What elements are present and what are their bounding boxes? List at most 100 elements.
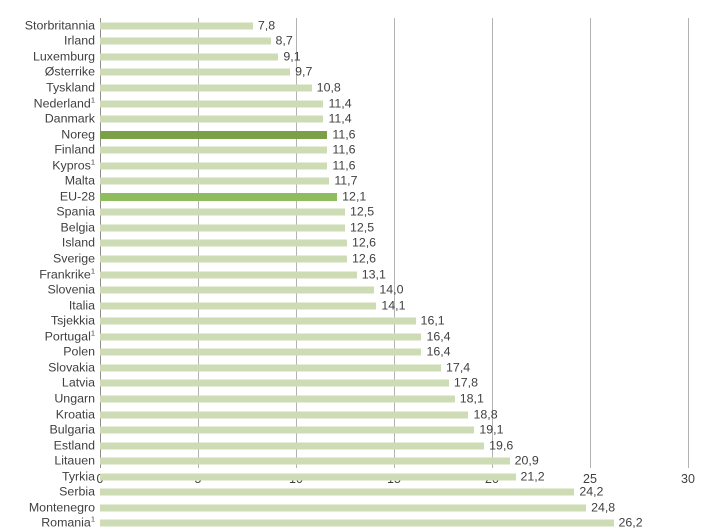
chart-row: Sverige 12,6 (0, 251, 719, 267)
category-label: Estland (53, 438, 95, 453)
category-label: Polen (63, 344, 95, 359)
chart-row: Ungarn 18,1 (0, 391, 719, 407)
chart-row: Slovenia 14,0 (0, 282, 719, 298)
bar (100, 519, 614, 527)
bar (100, 333, 422, 341)
bar (100, 426, 475, 434)
chart-row: Island 12,6 (0, 236, 719, 252)
bar (100, 68, 291, 76)
chart-row: Tsjekkia 16,1 (0, 313, 719, 329)
bar-value-label: 24,8 (591, 500, 616, 515)
bar (100, 146, 328, 154)
footnote-marker: 1 (90, 514, 95, 524)
chart-row: Kroatia 18,8 (0, 407, 719, 423)
bar-value-label: 13,1 (361, 267, 386, 282)
category-label: Malta (64, 173, 95, 188)
bar (100, 411, 469, 419)
category-label: Danmark (44, 111, 95, 126)
bar (100, 364, 442, 372)
category-label: Island (61, 235, 95, 250)
bar-value-label: 10,8 (316, 80, 341, 95)
category-label: Sverige (52, 251, 95, 266)
bar-value-label: 14,0 (379, 282, 404, 297)
category-label: Bulgaria (49, 422, 95, 437)
bar-value-label: 20,9 (514, 453, 539, 468)
bar (100, 395, 455, 403)
bar (100, 473, 516, 481)
bar (100, 192, 338, 201)
chart-row: Noreg 11,6 (0, 127, 719, 143)
chart-row: Tyskland 10,8 (0, 80, 719, 96)
bar (100, 348, 422, 356)
chart-row: Tyrkia 21,2 (0, 469, 719, 485)
bar-value-label: 21,2 (520, 469, 545, 484)
bar-value-label: 12,6 (351, 251, 377, 266)
bar (100, 271, 357, 279)
bar-value-label: 11,6 (332, 142, 356, 157)
chart-row: Malta 11,7 (0, 174, 719, 190)
chart-row: Bulgaria 19,1 (0, 422, 719, 438)
bar-value-label: 12,5 (350, 204, 375, 219)
bar (100, 37, 271, 45)
chart-row: Litauen 20,9 (0, 453, 719, 469)
chart-row: Spania 12,5 (0, 205, 719, 221)
category-label: EU-28 (59, 189, 95, 204)
footnote-marker: 1 (90, 94, 95, 104)
bar-value-label: 11,4 (328, 96, 352, 111)
category-label: Luxemburg (33, 49, 95, 64)
bar (100, 488, 575, 496)
bar-value-label: 8,7 (275, 33, 293, 48)
bar-value-label: 11,6 (332, 158, 356, 173)
category-label: Litauen (54, 453, 95, 468)
bar (100, 239, 347, 247)
category-label: Slovenia (47, 282, 95, 297)
bar-value-label: 16,4 (426, 329, 451, 344)
category-label: Latvia (61, 375, 95, 390)
bar-value-label: 11,4 (328, 111, 352, 126)
bar-value-label: 17,4 (446, 360, 471, 375)
chart-row: Storbritannia 7,8 (0, 18, 719, 34)
category-label: Montenegro (28, 500, 95, 515)
category-label: Finland (54, 142, 95, 157)
chart-row: Kypros1 11,6 (0, 158, 719, 174)
bar (100, 504, 587, 512)
bar (100, 379, 449, 387)
chart-row: EU-28 12,1 (0, 189, 719, 205)
category-label: Spania (56, 204, 95, 219)
category-label: Tyskland (46, 80, 95, 95)
category-label: Romania1 (41, 514, 95, 530)
chart-row: Portugal1 16,4 (0, 329, 719, 345)
category-label: Tsjekkia (50, 313, 95, 328)
chart-row: Belgia 12,5 (0, 220, 719, 236)
chart-row: Montenegro 24,8 (0, 500, 719, 516)
bar (100, 84, 312, 92)
bar-value-label: 16,4 (426, 344, 451, 359)
chart-row: Irland 8,7 (0, 34, 719, 50)
bar (100, 53, 279, 61)
category-label: Tyrkia (61, 469, 95, 484)
bar-value-label: 19,1 (479, 422, 504, 437)
bar (100, 22, 253, 30)
category-label: Portugal1 (44, 328, 95, 344)
bar (100, 115, 324, 123)
bar-value-label: 14,1 (381, 298, 406, 313)
category-label: Storbritannia (24, 18, 95, 33)
chart-row: Danmark 11,4 (0, 111, 719, 127)
chart-row: Finland 11,6 (0, 142, 719, 158)
bar-value-label: 19,6 (489, 438, 514, 453)
bar-value-label: 17,8 (453, 375, 478, 390)
chart-row: Frankrike1 13,1 (0, 267, 719, 283)
bar-value-label: 12,1 (342, 189, 367, 204)
bar (100, 317, 416, 325)
chart-row: Polen 16,4 (0, 345, 719, 361)
bar (100, 302, 377, 310)
chart-row: Serbia 24,2 (0, 485, 719, 501)
category-label: Irland (64, 33, 95, 48)
bar-value-label: 12,5 (350, 220, 375, 235)
chart-container: 051015202530Storbritannia7,8Irland8,7Lux… (0, 0, 719, 529)
category-label: Ungarn (54, 391, 95, 406)
category-label: Serbia (59, 484, 95, 499)
bar (100, 177, 330, 185)
category-label: Kroatia (55, 407, 95, 422)
bar (100, 286, 375, 294)
